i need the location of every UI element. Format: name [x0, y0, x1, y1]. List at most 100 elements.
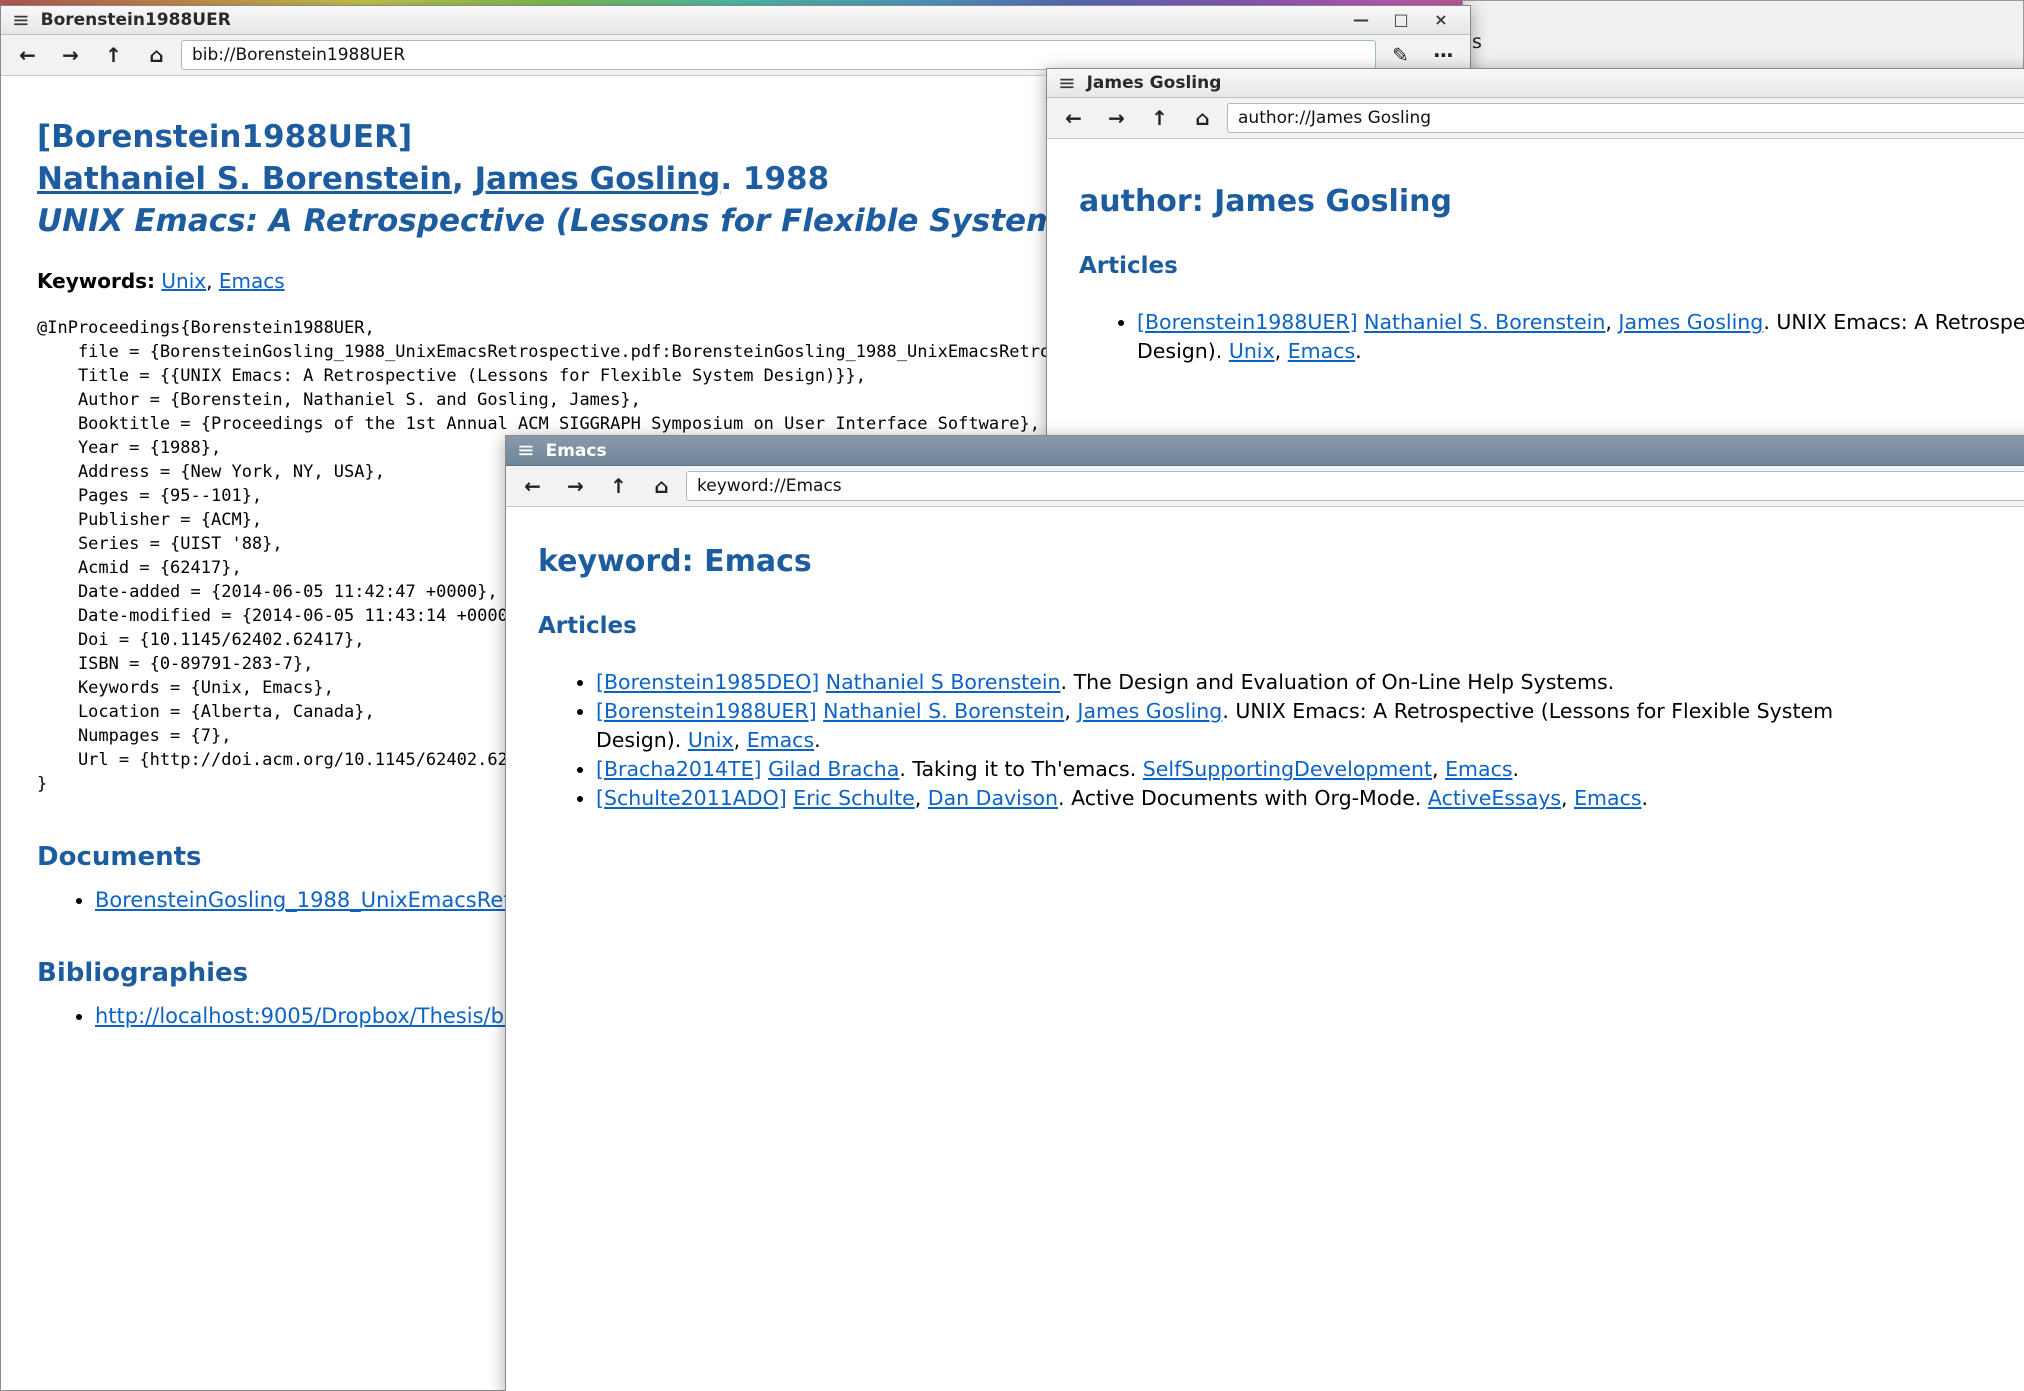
article-line: Design). Unix, Emacs. — [1137, 337, 2024, 366]
article-item: [Schulte2011ADO] Eric Schulte, Dan Davis… — [596, 784, 2024, 813]
bib-entry-link[interactable]: [Borenstein1988UER] — [1137, 310, 1358, 334]
keyword-link-unix[interactable]: Unix — [161, 269, 206, 293]
article-line: Design). Unix, Emacs. — [596, 726, 2024, 755]
page-title: author: James Gosling — [1079, 184, 2024, 219]
titlebar[interactable]: ≡ Emacs — [506, 436, 2024, 466]
text: , — [1561, 786, 1574, 810]
more-button[interactable]: ⋯ — [1425, 39, 1462, 72]
keyword-link-emacs[interactable]: Emacs — [747, 728, 814, 752]
url-input[interactable] — [181, 40, 1376, 70]
text: , — [1064, 699, 1077, 723]
author-link-borenstein[interactable]: Nathaniel S. Borenstein — [37, 161, 452, 197]
menu-icon[interactable]: ≡ — [12, 10, 30, 31]
article-title-text: . Active Documents with Org-Mode. — [1058, 786, 1428, 810]
window-author-james-gosling: ≡ James Gosling ← → ↑ ⌂ ✎ ⋯ author: Jame… — [1046, 68, 2024, 437]
text: . — [1513, 757, 1520, 781]
keyword-link-emacs[interactable]: Emacs — [1445, 757, 1512, 781]
text: , — [915, 786, 928, 810]
bib-entry-link[interactable]: [Borenstein1985DEO] — [596, 670, 819, 694]
up-button[interactable]: ↑ — [1141, 102, 1178, 135]
keywords-label: Keywords: — [37, 269, 155, 293]
back-button[interactable]: ← — [514, 470, 551, 503]
keyword-link[interactable]: ActiveEssays — [1428, 786, 1561, 810]
up-button[interactable]: ↑ — [600, 470, 637, 503]
edit-button[interactable]: ✎ — [1382, 39, 1419, 72]
article-item: [Borenstein1988UER] Nathaniel S. Borenst… — [1137, 308, 2024, 366]
page-title: keyword: Emacs — [538, 544, 2024, 579]
keyword-link-emacs[interactable]: Emacs — [219, 269, 285, 293]
keyword-link-emacs[interactable]: Emacs — [1574, 786, 1641, 810]
home-button[interactable]: ⌂ — [1184, 102, 1221, 135]
article-title-text: Design). — [1137, 339, 1229, 363]
author-link-gosling[interactable]: James Gosling — [475, 161, 721, 197]
window-keyword-emacs: ≡ Emacs ← → ↑ ⌂ ✎ ⋯ keyword: Emacs Artic… — [505, 435, 2024, 1391]
article-item: [Borenstein1988UER] Nathaniel S. Borenst… — [596, 697, 2024, 755]
close-button[interactable]: × — [1429, 9, 1453, 31]
titlebar[interactable]: ≡ Borenstein1988UER — □ × — [1, 6, 1470, 35]
keyword-link-unix[interactable]: Unix — [1229, 339, 1275, 363]
author-link[interactable]: James Gosling — [1618, 310, 1763, 334]
article-title-text: . UNIX Emacs: A Retrospective (Lessons f… — [1763, 310, 2024, 334]
keyword-separator: , — [206, 269, 219, 293]
url-input[interactable] — [1227, 103, 2024, 133]
author-page: author: James Gosling Articles [Borenste… — [1047, 139, 2024, 436]
bib-entry-link[interactable]: [Bracha2014TE] — [596, 757, 762, 781]
nav-toolbar: ← → ↑ ⌂ ✎ ⋯ — [506, 466, 2024, 507]
nav-toolbar: ← → ↑ ⌂ ✎ ⋯ — [1047, 98, 2024, 139]
article-item: [Bracha2014TE] Gilad Bracha. Taking it t… — [596, 755, 2024, 784]
forward-button[interactable]: → — [1098, 102, 1135, 135]
text: . — [1642, 786, 1649, 810]
author-link[interactable]: Nathaniel S Borenstein — [826, 670, 1061, 694]
keyword-page: keyword: Emacs Articles [Borenstein1985D… — [506, 507, 2024, 1391]
desktop: s ≡ Borenstein1988UER — □ × ← → ↑ ⌂ ✎ ⋯ … — [0, 0, 2024, 1391]
author-link[interactable]: Nathaniel S. Borenstein — [1364, 310, 1605, 334]
article-title-text: Design). — [596, 728, 688, 752]
text: , — [1605, 310, 1618, 334]
titlebar[interactable]: ≡ James Gosling — [1047, 69, 2024, 98]
articles-list: [Borenstein1988UER] Nathaniel S. Borenst… — [1079, 308, 2024, 366]
article-title-text: . Taking it to Th'emacs. — [899, 757, 1142, 781]
minimize-button[interactable]: — — [1349, 9, 1373, 31]
entry-year: . 1988 — [720, 161, 829, 197]
up-button[interactable]: ↑ — [95, 39, 132, 72]
url-input[interactable] — [686, 471, 2024, 501]
menu-icon[interactable]: ≡ — [517, 440, 535, 461]
article-line: [Schulte2011ADO] Eric Schulte, Dan Davis… — [596, 784, 2024, 813]
article-line: [Borenstein1985DEO] Nathaniel S Borenste… — [596, 668, 2024, 697]
window-title: James Gosling — [1087, 73, 1222, 93]
bib-entry-link[interactable]: [Schulte2011ADO] — [596, 786, 787, 810]
back-button[interactable]: ← — [9, 39, 46, 72]
bib-entry-link[interactable]: [Borenstein1988UER] — [596, 699, 817, 723]
author-link[interactable]: James Gosling — [1077, 699, 1222, 723]
article-line: [Bracha2014TE] Gilad Bracha. Taking it t… — [596, 755, 2024, 784]
window-controls: — □ × — [1349, 9, 1459, 31]
article-line: [Borenstein1988UER] Nathaniel S. Borenst… — [1137, 308, 2024, 337]
author-link[interactable]: Eric Schulte — [793, 786, 914, 810]
text: . — [1355, 339, 1362, 363]
articles-list: [Borenstein1985DEO] Nathaniel S Borenste… — [538, 668, 2024, 813]
article-line: [Borenstein1988UER] Nathaniel S. Borenst… — [596, 697, 2024, 726]
background-window-text: s — [1472, 31, 1482, 53]
articles-heading: Articles — [538, 613, 2024, 639]
menu-icon[interactable]: ≡ — [1058, 73, 1076, 94]
forward-button[interactable]: → — [52, 39, 89, 72]
keyword-link-emacs[interactable]: Emacs — [1288, 339, 1355, 363]
author-link[interactable]: Gilad Bracha — [768, 757, 899, 781]
text: , — [1432, 757, 1445, 781]
keyword-link-unix[interactable]: Unix — [688, 728, 734, 752]
maximize-button[interactable]: □ — [1389, 9, 1413, 31]
home-button[interactable]: ⌂ — [643, 470, 680, 503]
author-separator: , — [452, 161, 475, 197]
forward-button[interactable]: → — [557, 470, 594, 503]
articles-heading: Articles — [1079, 253, 2024, 279]
window-title: Emacs — [546, 441, 607, 461]
author-link[interactable]: Dan Davison — [928, 786, 1058, 810]
author-link[interactable]: Nathaniel S. Borenstein — [823, 699, 1064, 723]
article-item: [Borenstein1985DEO] Nathaniel S Borenste… — [596, 668, 2024, 697]
home-button[interactable]: ⌂ — [138, 39, 175, 72]
window-title: Borenstein1988UER — [41, 10, 231, 30]
back-button[interactable]: ← — [1055, 102, 1092, 135]
keyword-link[interactable]: SelfSupportingDevelopment — [1143, 757, 1432, 781]
text: , — [1275, 339, 1288, 363]
text: , — [734, 728, 747, 752]
